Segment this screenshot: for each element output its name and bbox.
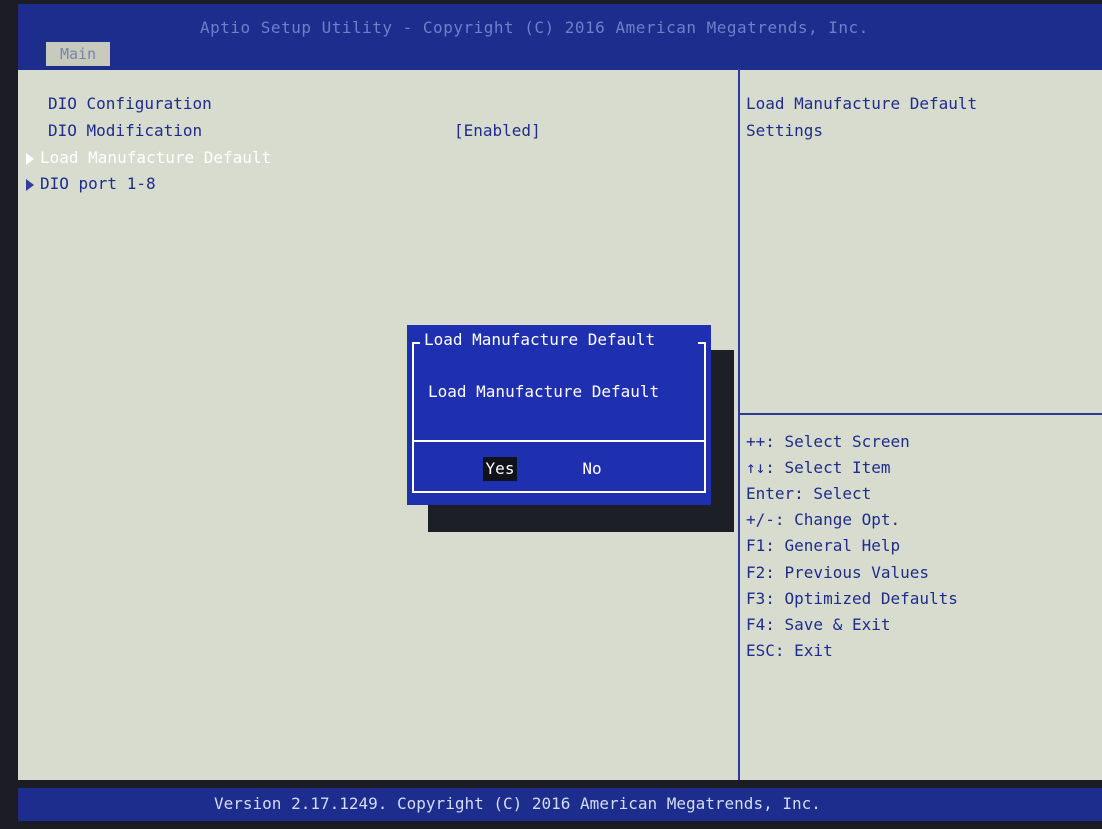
item-label: DIO port 1-8 [40, 174, 156, 193]
help-key-esc: ESC: Exit [746, 641, 833, 660]
bios-screen: Aptio Setup Utility - Copyright (C) 2016… [0, 0, 1102, 829]
help-key-f2: F2: Previous Values [746, 563, 930, 582]
tab-main[interactable]: Main [46, 42, 110, 66]
submenu-arrow-icon [26, 178, 34, 191]
dialog-frame-corner [412, 342, 420, 344]
help-description-line2: Settings [746, 121, 824, 140]
yes-button[interactable]: Yes [483, 457, 517, 481]
help-key-enter: Enter: Select [746, 484, 872, 503]
dialog-title: Load Manufacture Default [424, 330, 656, 349]
dialog-frame-corner [698, 342, 706, 344]
help-divider [738, 413, 1102, 415]
help-key-select-screen: ++: Select Screen [746, 432, 910, 451]
submenu-arrow-icon [26, 152, 34, 165]
footer-bar: Version 2.17.1249. Copyright (C) 2016 Am… [18, 788, 1102, 821]
dio-modification-value[interactable]: [Enabled] [454, 121, 541, 140]
help-description-line1: Load Manufacture Default [746, 94, 978, 113]
no-button[interactable]: No [578, 457, 606, 481]
help-key-f1: F1: General Help [746, 536, 901, 555]
item-dio-configuration: DIO Configuration [48, 94, 212, 113]
footer-text: Version 2.17.1249. Copyright (C) 2016 Am… [214, 794, 821, 813]
header-title: Aptio Setup Utility - Copyright (C) 2016… [200, 18, 869, 37]
item-label: DIO Configuration [48, 94, 212, 113]
item-load-manufacture-default[interactable]: Load Manufacture Default [26, 148, 271, 167]
item-label: Load Manufacture Default [40, 148, 272, 167]
dialog-frame [412, 342, 706, 493]
header-bar: Aptio Setup Utility - Copyright (C) 2016… [18, 4, 1102, 66]
item-label: DIO Modification [48, 121, 203, 140]
help-key-change-opt: +/-: Change Opt. [746, 510, 901, 529]
dialog-message: Load Manufacture Default [428, 382, 660, 401]
confirm-dialog: Load Manufacture Default Load Manufactur… [407, 325, 711, 505]
help-key-f3: F3: Optimized Defaults [746, 589, 958, 608]
item-dio-port[interactable]: DIO port 1-8 [26, 174, 156, 193]
help-key-select-item: ↑↓: Select Item [746, 458, 891, 477]
help-panel [738, 66, 1102, 780]
dialog-separator [414, 440, 704, 442]
help-key-f4: F4: Save & Exit [746, 615, 891, 634]
item-dio-modification[interactable]: DIO Modification [48, 121, 202, 140]
